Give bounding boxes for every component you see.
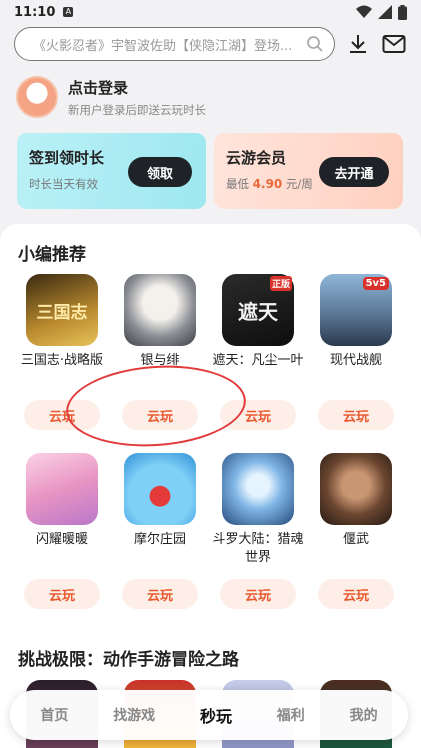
wifi-icon: [356, 5, 372, 18]
login-title[interactable]: 点击登录: [68, 77, 206, 98]
membership-card[interactable]: 云游会员 最低 4.90 元/周 去开通: [214, 133, 403, 209]
bottom-tab-bar: 首页 找游戏 秒玩 福利 我的: [10, 690, 408, 740]
game-name: 现代战舰: [329, 353, 382, 368]
signal-icon: [378, 5, 392, 19]
game-name: 摩尔庄园: [133, 532, 186, 547]
message-button[interactable]: [381, 31, 407, 57]
game-name: 斗罗大陆：猎魂世界: [212, 532, 304, 565]
tab-find-games[interactable]: 找游戏: [113, 705, 155, 725]
game-icon-label: 三国志: [36, 302, 88, 323]
game-card[interactable]: 5v5 现代战舰: [308, 274, 404, 370]
price-suffix: 元/周: [285, 177, 313, 191]
status-time: 11:10: [14, 4, 56, 20]
subscribe-button[interactable]: 去开通: [319, 157, 389, 187]
search-placeholder: 《火影忍者》宇智波佐助【侠隐江湖】登场...: [33, 38, 293, 54]
cloud-play-button[interactable]: 云玩: [24, 579, 100, 609]
game-name: 三国志·战略版: [20, 353, 104, 368]
game-icon-yinyufei[interactable]: [124, 274, 196, 346]
game-icon-sanguozhi[interactable]: 三国志: [26, 274, 98, 346]
avatar[interactable]: [16, 76, 58, 118]
tab-instant-play[interactable]: 秒玩: [200, 703, 232, 727]
game-icon-zhetian[interactable]: 遮天 正版: [222, 274, 294, 346]
status-bar: 11:10 A: [0, 0, 421, 24]
game-card[interactable]: 偃武: [308, 453, 404, 549]
price-value: 4.90: [252, 177, 283, 191]
search-icon[interactable]: [306, 35, 324, 53]
zheng-ban-badge: 正版: [269, 276, 292, 291]
game-card[interactable]: 遮天 正版 遮天：凡尘一叶: [210, 274, 306, 370]
mail-icon: [382, 35, 406, 53]
game-name: 偃武: [342, 532, 369, 547]
game-card[interactable]: 斗罗大陆：猎魂世界: [210, 453, 306, 567]
tab-mine[interactable]: 我的: [350, 705, 378, 725]
game-icon-modern-warships[interactable]: 5v5: [320, 274, 392, 346]
game-card[interactable]: 银与绯: [112, 274, 208, 370]
claim-button[interactable]: 领取: [128, 157, 192, 187]
download-button[interactable]: [345, 31, 371, 57]
cloud-play-button[interactable]: 云玩: [318, 400, 394, 430]
header: 《火影忍者》宇智波佐助【侠隐江湖】登场...: [0, 24, 421, 64]
game-card[interactable]: 摩尔庄园: [112, 453, 208, 549]
game-icon-label: 5v5: [362, 277, 389, 290]
game-card[interactable]: 闪耀暖暖: [14, 453, 110, 549]
game-name: 闪耀暖暖: [35, 532, 88, 547]
download-icon: [350, 35, 367, 53]
game-icon-label: 遮天: [238, 299, 278, 324]
section-title-editor-picks: 小编推荐: [18, 245, 86, 265]
login-row[interactable]: 点击登录 新用户登录后即送云玩时长: [16, 76, 206, 118]
game-name: 遮天：凡尘一叶: [212, 353, 304, 368]
battery-icon: [398, 4, 407, 20]
section-title-action: 挑战极限：动作手游冒险之路: [18, 650, 239, 670]
game-icon-yanwu[interactable]: [320, 453, 392, 525]
cloud-play-button[interactable]: 云玩: [122, 579, 198, 609]
cloud-play-button[interactable]: 云玩: [318, 579, 394, 609]
tab-home[interactable]: 首页: [40, 705, 68, 725]
game-card[interactable]: 三国志 三国志·战略版: [14, 274, 110, 370]
game-icon-shining-nikki[interactable]: [26, 453, 98, 525]
cloud-play-button[interactable]: 云玩: [220, 579, 296, 609]
game-icon-douluo[interactable]: [222, 453, 294, 525]
status-icons: [356, 4, 407, 20]
checkin-card[interactable]: 签到领时长 时长当天有效 领取: [17, 133, 206, 209]
price-prefix: 最低: [226, 177, 249, 191]
login-text: 点击登录 新用户登录后即送云玩时长: [68, 77, 206, 118]
sim-icon: A: [63, 7, 74, 17]
tab-welfare[interactable]: 福利: [277, 705, 305, 725]
game-icon-mole-manor[interactable]: [124, 453, 196, 525]
login-subtitle: 新用户登录后即送云玩时长: [68, 102, 206, 117]
search-input[interactable]: 《火影忍者》宇智波佐助【侠隐江湖】登场...: [14, 27, 336, 61]
